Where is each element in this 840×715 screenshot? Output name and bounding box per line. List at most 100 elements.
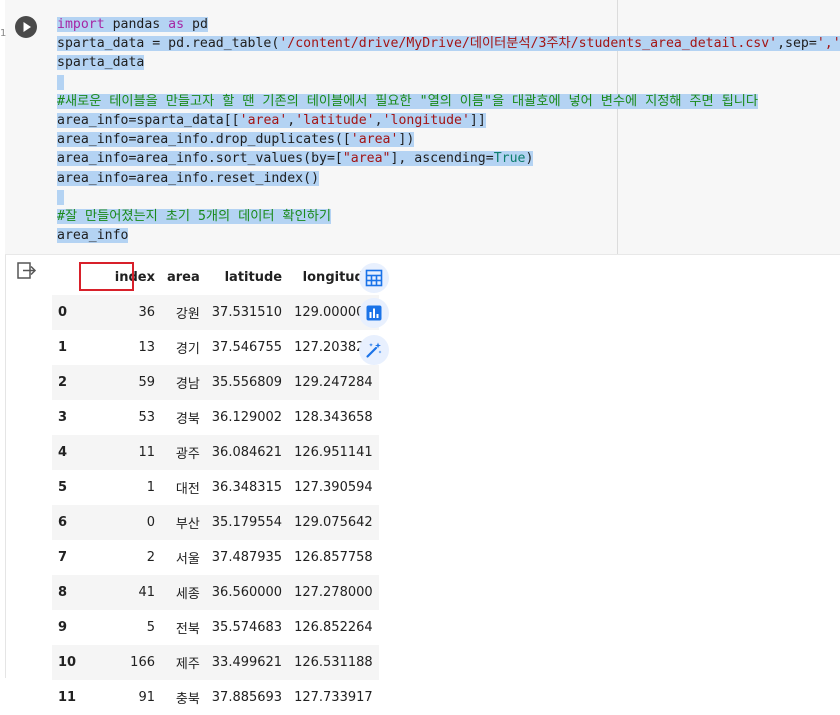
row-index: 9	[52, 610, 94, 645]
code-token: ])	[398, 132, 415, 148]
code-line[interactable]	[57, 73, 840, 92]
cell-longitude: 127.390594	[288, 470, 379, 505]
code-line[interactable]: area_info=sparta_data[['area','latitude'…	[57, 111, 840, 130]
code-selection: area_info=area_info.drop_duplicates(['ar…	[57, 132, 415, 148]
cell-latitude: 35.574683	[205, 610, 289, 645]
code-token: sparta_data	[57, 55, 145, 71]
code-token: area_info=area_info.sort_values(by=[	[57, 151, 343, 167]
cell-area: 경기	[161, 330, 206, 365]
bar-chart-icon	[366, 305, 382, 321]
code-token: area_info=sparta_data[[	[57, 112, 240, 128]
row-index: 11	[52, 680, 94, 715]
code-selection: #새로운 테이블을 만들고자 할 땐 기존의 테이블에서 필요한 "열의 이름"…	[57, 93, 759, 109]
code-token: as	[168, 17, 185, 32]
cell-area: 강원	[161, 295, 206, 330]
code-line[interactable]: area_info=area_info.drop_duplicates(['ar…	[57, 130, 840, 149]
cell-area: 전북	[161, 610, 206, 645]
code-line[interactable]: #잘 만들어졌는지 초기 5개의 데이터 확인하기	[57, 207, 840, 226]
cell-index: 11	[94, 435, 161, 470]
code-token: '/content/drive/MyDrive/데이터분석/3주차/studen…	[279, 36, 778, 52]
table-row: 9 5 전북 35.574683 126.852264	[52, 610, 379, 645]
table-row: 1 13 경기 37.546755 127.203827	[52, 330, 379, 365]
code-token: #새로운 테이블을 만들고자 할 땐 기존의 테이블에서 필요한 "열의 이름"…	[57, 93, 759, 109]
code-selection	[57, 74, 64, 90]
column-header-area: area	[161, 260, 206, 295]
row-index: 4	[52, 435, 94, 470]
table-row: 0 36 강원 37.531510 129.000000	[52, 295, 379, 330]
cell-area: 부산	[161, 505, 206, 540]
code-token: "area"	[342, 151, 391, 167]
cell-corner-mark: 1	[0, 28, 7, 39]
cell-latitude: 37.546755	[205, 330, 289, 365]
cell-area: 경남	[161, 365, 206, 400]
convert-to-interactive-table-button[interactable]	[359, 263, 389, 293]
code-line[interactable]: sparta_data	[57, 53, 840, 72]
generate-code-button[interactable]	[359, 335, 389, 365]
row-index: 1	[52, 330, 94, 365]
table-row: 5 1 대전 36.348315 127.390594	[52, 470, 379, 505]
cell-area: 서울	[161, 540, 206, 575]
code-token: ,sep=	[777, 36, 817, 52]
cell-index: 1	[94, 470, 161, 505]
code-line[interactable]: sparta_data = pd.read_table('/content/dr…	[57, 34, 840, 53]
code-token: ], ascending=	[390, 151, 494, 167]
dataframe-table: index area latitude longitude 0 36 강원 37.53…	[52, 260, 379, 715]
code-line[interactable]: import pandas as pd	[57, 15, 840, 34]
cell-latitude: 37.531510	[205, 295, 289, 330]
code-token: 'area'	[239, 112, 288, 128]
code-line[interactable]: area_info=area_info.reset_index()	[57, 169, 840, 188]
code-selection: area_info=area_info.sort_values(by=["are…	[57, 151, 534, 167]
cell-index: 0	[94, 505, 161, 540]
code-token: 'latitude'	[295, 112, 375, 128]
cell-index: 5	[94, 610, 161, 645]
cell-latitude: 36.084621	[205, 435, 289, 470]
row-index: 8	[52, 575, 94, 610]
code-token: 'longitude'	[382, 112, 470, 128]
cell-latitude: 36.560000	[205, 575, 289, 610]
code-line[interactable]: area_info=area_info.sort_values(by=["are…	[57, 149, 840, 168]
code-line[interactable]: #새로운 테이블을 만들고자 할 땐 기존의 테이블에서 필요한 "열의 이름"…	[57, 92, 840, 111]
cell-latitude: 33.499621	[205, 645, 289, 680]
cell-latitude: 36.129002	[205, 400, 289, 435]
cell-longitude: 126.951141	[288, 435, 379, 470]
cell-area: 세종	[161, 575, 206, 610]
run-cell-button[interactable]	[15, 16, 37, 38]
cell-longitude: 128.343658	[288, 400, 379, 435]
cell-index: 36	[94, 295, 161, 330]
code-token: pandas	[104, 17, 169, 32]
highlight-box	[79, 262, 134, 291]
code-selection: area_info=sparta_data[['area','latitude'…	[57, 112, 486, 128]
code-selection: sparta_data	[57, 55, 145, 71]
code-token: #잘 만들어졌는지 초기 5개의 데이터 확인하기	[57, 208, 331, 224]
code-content[interactable]: import pandas as pd sparta_data = pd.read…	[57, 15, 840, 245]
table-row: 6 0 부산 35.179554 129.075642	[52, 505, 379, 540]
cell-longitude: 126.531188	[288, 645, 379, 680]
row-index: 0	[52, 295, 94, 330]
cell-latitude: 35.179554	[205, 505, 289, 540]
table-row: 8 41 세종 36.560000 127.278000	[52, 575, 379, 610]
code-token: sparta_data = pd.read_table(	[57, 36, 280, 52]
code-selection	[57, 189, 64, 205]
code-token: pd	[184, 17, 208, 32]
cell-area: 제주	[161, 645, 206, 680]
table-row: 11 91 충북 37.885693 127.733917	[52, 680, 379, 715]
suggest-charts-button[interactable]	[359, 298, 389, 328]
cell-latitude: 36.348315	[205, 470, 289, 505]
code-token: area_info	[57, 228, 129, 244]
code-editor[interactable]: import pandas as pd sparta_data = pd.read…	[5, 0, 840, 255]
cell-index: 41	[94, 575, 161, 610]
cell-longitude: 126.857758	[288, 540, 379, 575]
code-token: ','	[816, 36, 840, 52]
code-selection: #잘 만들어졌는지 초기 5개의 데이터 확인하기	[57, 208, 331, 224]
cell-latitude: 35.556809	[205, 365, 289, 400]
table-row: 3 53 경북 36.129002 128.343658	[52, 400, 379, 435]
table-row: 4 11 광주 36.084621 126.951141	[52, 435, 379, 470]
row-index: 10	[52, 645, 94, 680]
code-token: True	[493, 151, 526, 167]
code-token: ,	[374, 112, 383, 128]
cell-longitude: 127.733917	[288, 680, 379, 715]
code-line[interactable]: area_info	[57, 226, 840, 245]
code-line[interactable]	[57, 188, 840, 207]
output-redirect-icon[interactable]	[17, 262, 37, 284]
row-index: 3	[52, 400, 94, 435]
